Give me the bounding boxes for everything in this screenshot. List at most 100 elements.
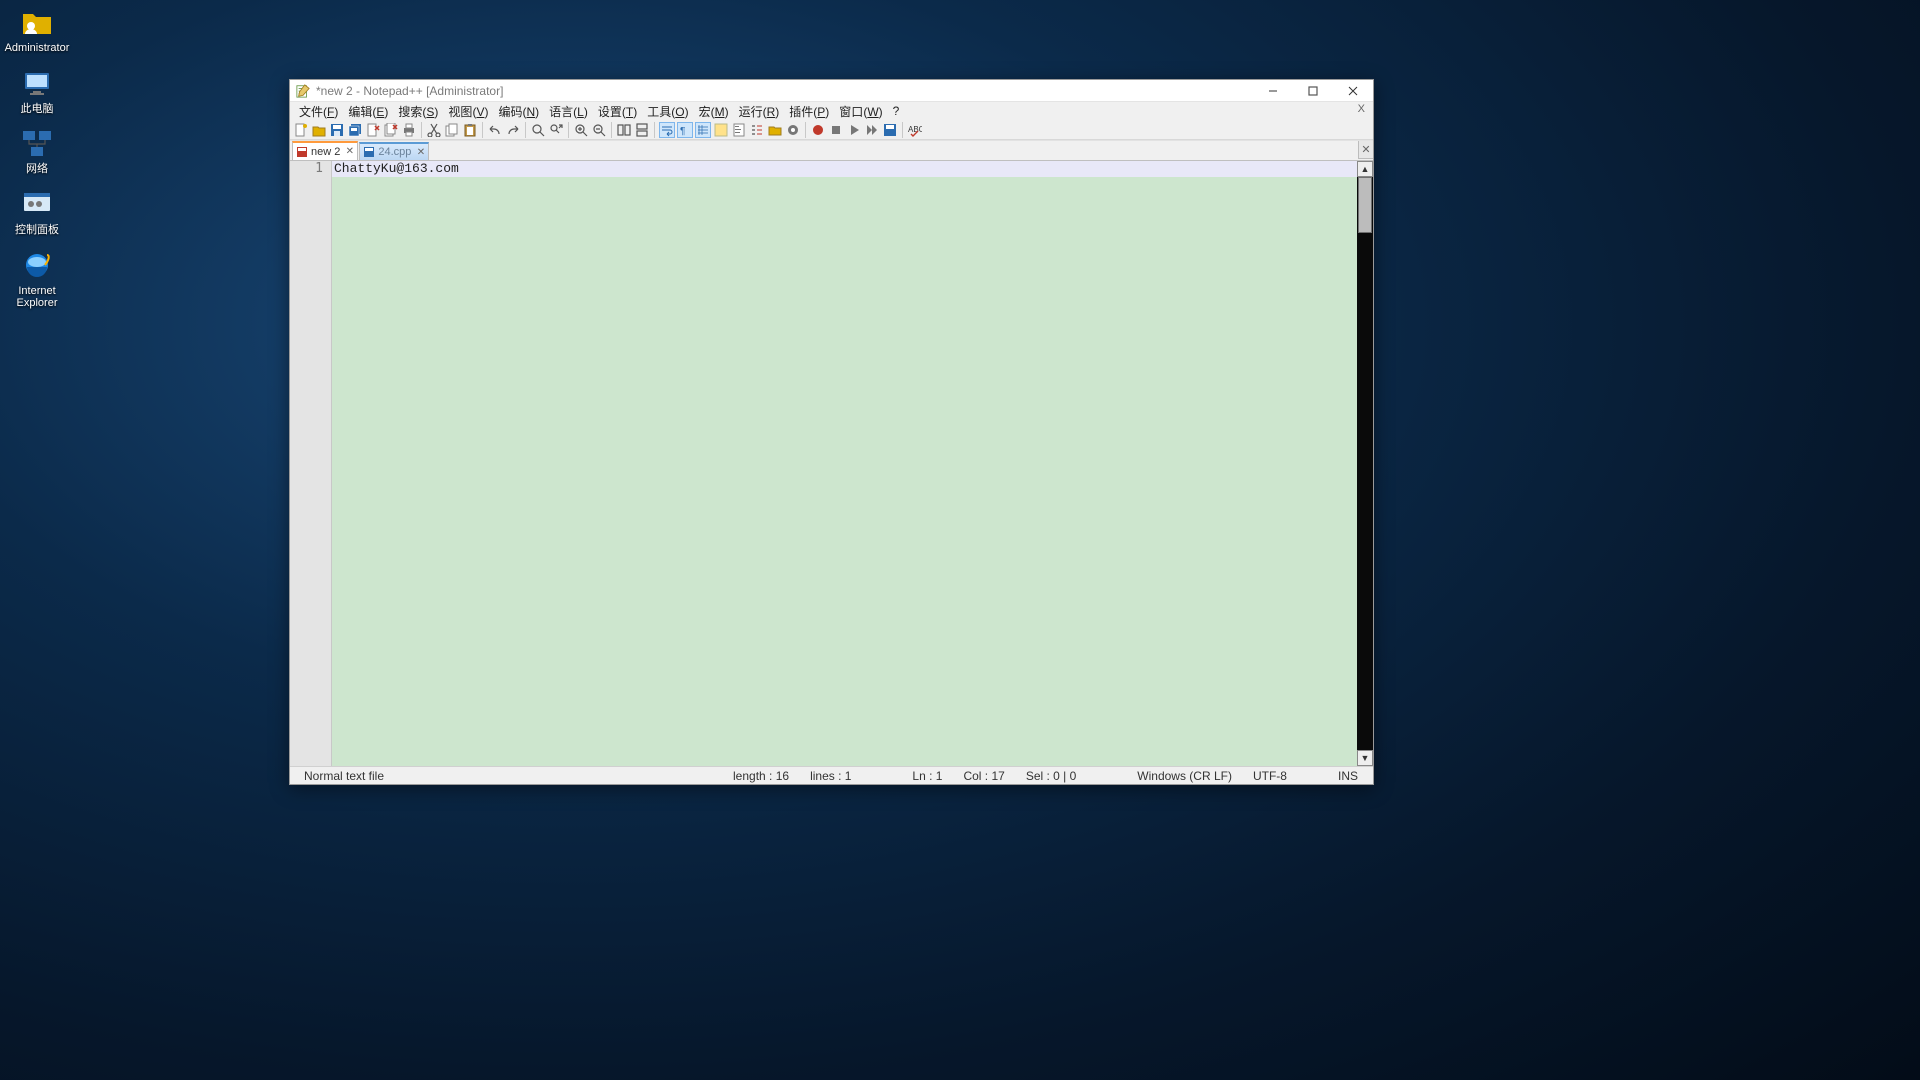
- line-number: 1: [298, 161, 323, 177]
- window-buttons: [1253, 80, 1373, 101]
- window-title: *new 2 - Notepad++ [Administrator]: [316, 84, 503, 98]
- folder-user-icon: [21, 6, 53, 38]
- toolbar-saveall-icon[interactable]: [347, 122, 363, 138]
- desktop-icon-control-panel[interactable]: 控制面板: [0, 188, 74, 237]
- menu-settings[interactable]: 设置(T): [593, 102, 642, 121]
- toolbar-playmulti-icon[interactable]: [864, 122, 880, 138]
- menu-plugins[interactable]: 插件(P): [784, 102, 834, 121]
- toolbar-funclist-icon[interactable]: [749, 122, 765, 138]
- scroll-track[interactable]: [1357, 177, 1373, 750]
- desktop-icon-label: Internet Explorer: [0, 285, 74, 310]
- menu-search[interactable]: 搜索(S): [393, 102, 443, 121]
- status-lines: lines : 1: [800, 769, 862, 783]
- toolbar-save-icon[interactable]: [329, 122, 345, 138]
- desktop-icon-administrator[interactable]: Administrator: [0, 6, 74, 55]
- menu-view[interactable]: 视图(V): [443, 102, 493, 121]
- tab-label: new 2: [311, 146, 340, 158]
- scroll-up-icon[interactable]: ▲: [1357, 161, 1373, 177]
- status-encoding[interactable]: UTF-8: [1243, 769, 1298, 783]
- menu-edit[interactable]: 编辑(E): [343, 102, 393, 121]
- file-saved-icon: [363, 146, 375, 158]
- status-eol[interactable]: Windows (CR LF): [1127, 769, 1243, 783]
- toolbar-play-icon[interactable]: [846, 122, 862, 138]
- minimize-button[interactable]: [1253, 80, 1293, 101]
- toolbar-closeall-icon[interactable]: [383, 122, 399, 138]
- app-icon: [296, 84, 310, 98]
- toolbar-indent-guide-icon[interactable]: [695, 122, 711, 138]
- control-panel-icon: [21, 188, 53, 220]
- toolbar-separator: [482, 122, 483, 138]
- toolbar-redo-icon[interactable]: [505, 122, 521, 138]
- close-button[interactable]: [1333, 80, 1373, 101]
- toolbar-replace-icon[interactable]: [548, 122, 564, 138]
- toolbar-new-icon[interactable]: [293, 122, 309, 138]
- desktop-icon-label: 此电脑: [0, 103, 74, 116]
- menubar: 文件(F) 编辑(E) 搜索(S) 视图(V) 编码(N) 语言(L) 设置(T…: [290, 102, 1373, 120]
- toolbar-paste-icon[interactable]: [462, 122, 478, 138]
- maximize-button[interactable]: [1293, 80, 1333, 101]
- menu-help[interactable]: ?: [888, 103, 905, 119]
- editor-content: ChattyKu@163.com: [332, 161, 1357, 177]
- line-number-gutter: 1: [290, 161, 332, 766]
- toolbar-spellcheck-icon[interactable]: ABC: [907, 122, 923, 138]
- toolbar-separator: [611, 122, 612, 138]
- toolbar-separator: [525, 122, 526, 138]
- menubar-close-x[interactable]: X: [1354, 103, 1369, 115]
- toolbar-separator: [568, 122, 569, 138]
- toolbar-savemacro-icon[interactable]: [882, 122, 898, 138]
- notepadpp-window: *new 2 - Notepad++ [Administrator] 文件(F)…: [289, 79, 1374, 785]
- scroll-thumb[interactable]: [1358, 177, 1372, 233]
- toolbar-wordwrap-icon[interactable]: [659, 122, 675, 138]
- vertical-scrollbar[interactable]: ▲ ▼: [1357, 161, 1373, 766]
- menu-file[interactable]: 文件(F): [294, 102, 343, 121]
- this-pc-icon: [21, 67, 53, 99]
- toolbar-monitor-icon[interactable]: [785, 122, 801, 138]
- toolbar-zoomin-icon[interactable]: [573, 122, 589, 138]
- status-sel: Sel : 0 | 0: [1016, 769, 1087, 783]
- toolbar-udl-icon[interactable]: [713, 122, 729, 138]
- svg-text:ABC: ABC: [908, 125, 922, 134]
- status-ln: Ln : 1: [902, 769, 953, 783]
- desktop-icon-network[interactable]: 网络: [0, 127, 74, 176]
- toolbar-close-icon[interactable]: [365, 122, 381, 138]
- tab-close-icon[interactable]: ✕: [415, 147, 426, 158]
- toolbar-sync-h-icon[interactable]: [634, 122, 650, 138]
- scroll-down-icon[interactable]: ▼: [1357, 750, 1373, 766]
- toolbar-print-icon[interactable]: [401, 122, 417, 138]
- toolbar-cut-icon[interactable]: [426, 122, 442, 138]
- menu-language[interactable]: 语言(L): [544, 102, 593, 121]
- tabbar: new 2 ✕ 24.cpp ✕ ✕: [290, 140, 1373, 160]
- tabbar-close-button[interactable]: ✕: [1358, 141, 1373, 159]
- menu-window[interactable]: 窗口(W): [834, 102, 887, 121]
- toolbar-copy-icon[interactable]: [444, 122, 460, 138]
- tab-new2[interactable]: new 2 ✕: [292, 141, 358, 160]
- toolbar-docmap-icon[interactable]: [731, 122, 747, 138]
- desktop-icon-this-pc[interactable]: 此电脑: [0, 67, 74, 116]
- toolbar-separator: [902, 122, 903, 138]
- desktop-icon-label: 网络: [0, 163, 74, 176]
- toolbar-folder-icon[interactable]: [767, 122, 783, 138]
- tab-24cpp[interactable]: 24.cpp ✕: [359, 142, 429, 160]
- titlebar[interactable]: *new 2 - Notepad++ [Administrator]: [290, 80, 1373, 102]
- menu-encoding[interactable]: 编码(N): [493, 102, 544, 121]
- status-insert[interactable]: INS: [1328, 769, 1369, 783]
- toolbar-zoomout-icon[interactable]: [591, 122, 607, 138]
- menu-run[interactable]: 运行(R): [734, 102, 785, 121]
- editor-area: 1 ChattyKu@163.com ▲ ▼: [290, 160, 1373, 766]
- toolbar-stop-icon[interactable]: [828, 122, 844, 138]
- toolbar-find-icon[interactable]: [530, 122, 546, 138]
- toolbar-record-icon[interactable]: [810, 122, 826, 138]
- toolbar-undo-icon[interactable]: [487, 122, 503, 138]
- toolbar-showall-icon[interactable]: ¶: [677, 122, 693, 138]
- status-filetype: Normal text file: [294, 769, 395, 783]
- tab-close-icon[interactable]: ✕: [344, 146, 355, 157]
- text-editor[interactable]: ChattyKu@163.com: [332, 161, 1357, 766]
- menu-macro[interactable]: 宏(M): [694, 102, 734, 121]
- menu-tools[interactable]: 工具(O): [642, 102, 693, 121]
- toolbar-sync-v-icon[interactable]: [616, 122, 632, 138]
- tab-label: 24.cpp: [378, 146, 411, 158]
- desktop-icon-ie[interactable]: Internet Explorer: [0, 249, 74, 310]
- svg-text:¶: ¶: [680, 126, 685, 137]
- toolbar-separator: [805, 122, 806, 138]
- toolbar-open-icon[interactable]: [311, 122, 327, 138]
